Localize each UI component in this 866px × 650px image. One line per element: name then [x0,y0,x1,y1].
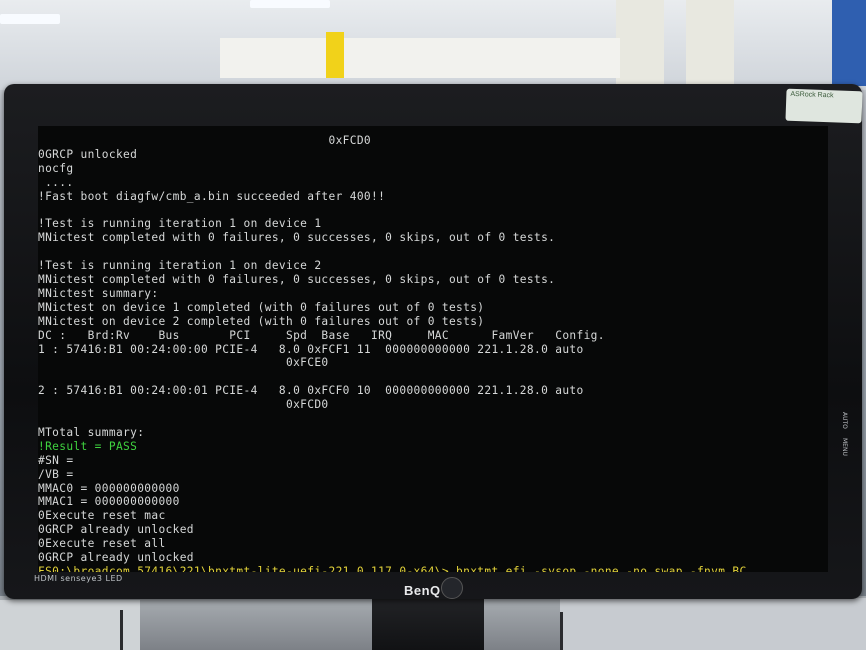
terminal-line: /VB = [38,467,74,481]
power-button[interactable] [441,577,463,599]
terminal-line: FS0:\broadcom 57416\221\bnxtmt-lite-uefi… [38,564,747,572]
side-button-menu[interactable]: MENU [841,438,848,456]
terminal-line: 2 : 57416:B1 00:24:00:01 PCIE-4 8.0 0xFC… [38,384,584,398]
cable [120,610,123,650]
background-pillar [616,0,664,86]
terminal-line: MNictest on device 2 completed (with 0 f… [38,314,485,328]
terminal-screen[interactable]: 0xFCD0 0GRCP unlocked nocfg .... !Fast boot… [38,126,828,572]
cable [560,612,563,650]
terminal-line: !Test is running iteration 1 on device 2 [38,259,322,273]
terminal-line: MMAC1 = 000000000000 [38,495,180,509]
terminal-line: 1 : 57416:B1 00:24:00:00 PCIE-4 8.0 0xFC… [38,342,584,356]
terminal-line: MNictest on device 1 completed (with 0 f… [38,300,485,314]
terminal-line: 0GRCP unlocked [38,147,138,161]
terminal-line: 0xFCD0 [38,134,372,147]
background-pillar [686,0,734,86]
side-button-auto[interactable]: AUTO [841,412,848,429]
terminal-line: #SN = [38,453,74,467]
terminal-line: 0xFCE0 [38,356,329,370]
terminal-line: MMAC0 = 000000000000 [38,481,180,495]
terminal-line: MTotal summary: [38,425,145,439]
background-shelf [220,38,620,78]
terminal-line: 0GRCP already unlocked [38,551,194,564]
terminal-line: !Result = PASS [38,439,138,453]
background-tag [326,32,344,78]
front-label: HDMI senseye3 LED [34,574,123,583]
terminal-line: 0Execute reset all [38,537,166,551]
terminal-line: nocfg [38,161,74,175]
terminal-line: MNictest summary: [38,286,159,300]
ceiling-light [250,0,330,8]
brand-logo: BenQ [404,583,441,598]
terminal-line: !Fast boot diagfw/cmb_a.bin succeeded af… [38,189,386,203]
terminal-line: 0GRCP already unlocked [38,523,194,537]
terminal-line: DC : Brd:Rv Bus PCI Spd Base IRQ MAC Fam… [38,328,605,342]
sticker-text: ASRock Rack [790,90,834,100]
terminal-line: .... [38,175,74,189]
terminal-line: 0Execute reset mac [38,509,166,523]
asrock-sticker: ASRock Rack [785,88,863,124]
background-box [832,0,866,86]
monitor-stand [372,598,484,650]
terminal-line: MNictest completed with 0 failures, 0 su… [38,273,556,286]
terminal-line: !Test is running iteration 1 on device 1 [38,217,322,231]
desk-item [560,598,866,650]
terminal-line: MNictest completed with 0 failures, 0 su… [38,231,556,245]
ceiling-light [0,14,60,24]
desk-item [0,600,140,650]
terminal-line: 0xFCD0 [38,398,329,412]
